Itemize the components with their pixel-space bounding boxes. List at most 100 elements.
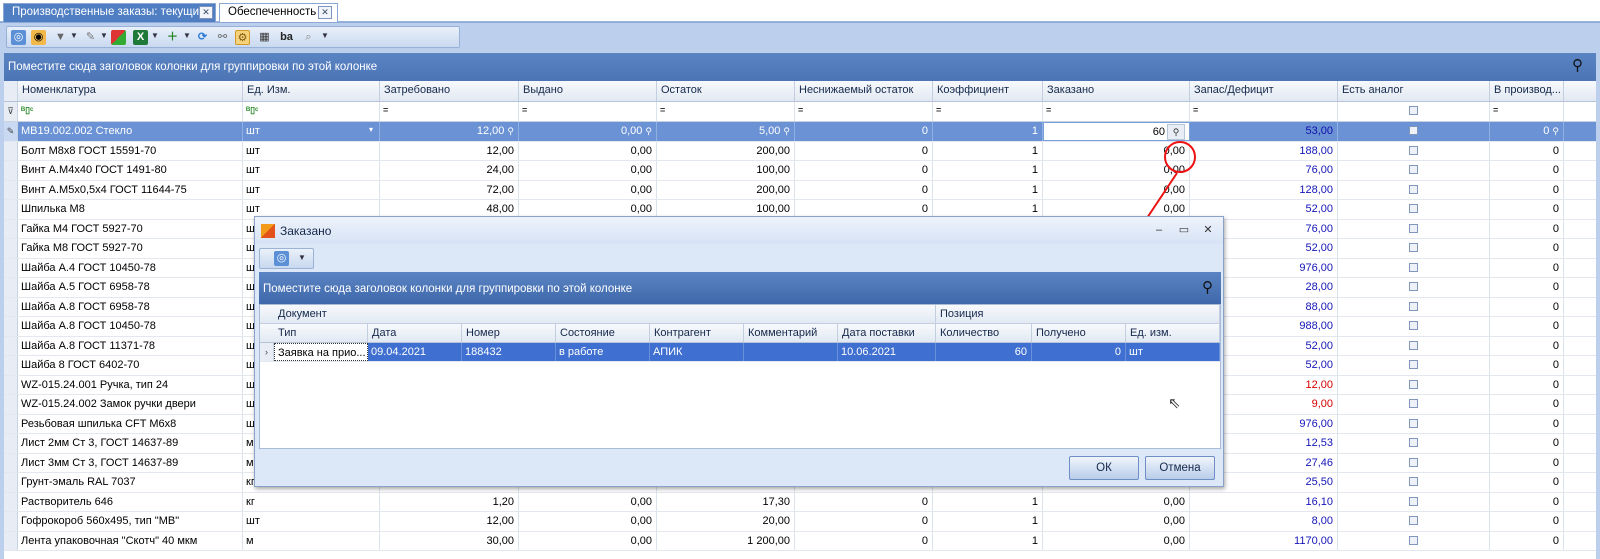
filter-cell[interactable]: ᴮ▯ᶜ	[243, 102, 380, 121]
checkbox-icon[interactable]	[1409, 262, 1418, 272]
preview-icon[interactable]: ⌕	[301, 30, 316, 45]
cell-ord[interactable]: 60 ⚲	[1043, 122, 1190, 141]
selected-row[interactable]: ✎ МВ19.002.002 Стекло шт ▾ 12,00 ⚲ 0,00 ⚲ 5,00 ⚲ 0…	[4, 122, 1596, 142]
sync-icon[interactable]: ⟳	[195, 30, 210, 45]
lookup-icon[interactable]: ⚲	[783, 126, 790, 137]
column-header[interactable]: Дата поставки	[838, 324, 936, 342]
tab-production-orders[interactable]: Производственные заказы: текущие ✕	[3, 3, 216, 22]
analog-checkbox[interactable]	[1338, 434, 1490, 453]
chevron-down-icon[interactable]: ▼	[100, 31, 108, 40]
column-header[interactable]: Запас/Дефицит	[1190, 81, 1338, 101]
column-header[interactable]: Номенклатура	[18, 81, 243, 101]
filter-row[interactable]: ⊽ ᴮ▯ᶜ ᴮ▯ᶜ = = = = = = = =	[4, 102, 1596, 122]
checkbox-icon[interactable]	[1409, 457, 1418, 467]
analog-checkbox[interactable]	[1338, 512, 1490, 531]
link-icon[interactable]: ⚯	[215, 30, 230, 45]
tab-provision[interactable]: Обеспеченность ✕	[219, 3, 338, 22]
column-header[interactable]: В производ...	[1490, 81, 1564, 101]
cancel-button[interactable]: Отмена	[1145, 456, 1215, 480]
chevron-down-icon[interactable]: ▼	[321, 31, 329, 40]
filter-cell[interactable]: ᴮ▯ᶜ	[18, 102, 243, 121]
column-header[interactable]: Заказано	[1043, 81, 1190, 101]
column-header[interactable]: Дата	[368, 324, 462, 342]
analog-checkbox[interactable]	[1338, 414, 1490, 433]
traffic-light-icon[interactable]: ▦	[257, 30, 272, 45]
analog-checkbox[interactable]	[1338, 375, 1490, 394]
maximize-icon[interactable]: ▭	[1176, 222, 1192, 238]
refresh-icon[interactable]: ◎	[274, 251, 289, 266]
checkbox-icon[interactable]	[1409, 243, 1418, 252]
checkbox-icon[interactable]	[1409, 301, 1418, 311]
checkbox-icon[interactable]	[1409, 204, 1418, 213]
checkbox-icon[interactable]	[1409, 399, 1418, 408]
column-header[interactable]: Затребовано	[380, 81, 519, 101]
analog-checkbox[interactable]	[1338, 473, 1490, 492]
analog-checkbox[interactable]	[1338, 200, 1490, 219]
column-header[interactable]: Тип	[274, 324, 368, 342]
filter-cell[interactable]: =	[657, 102, 795, 121]
checkbox-icon[interactable]	[1409, 379, 1418, 389]
table-row[interactable]: Болт М8х8 ГОСТ 15591-70 шт 12,00 0,00 200,00…	[4, 141, 1596, 161]
chevron-down-icon[interactable]: ▼	[70, 31, 78, 40]
close-icon[interactable]: ✕	[318, 6, 332, 19]
checkbox-icon[interactable]	[1409, 126, 1418, 135]
lookup-icon[interactable]: ⚲	[645, 126, 652, 137]
analog-checkbox[interactable]	[1338, 258, 1490, 277]
analog-checkbox[interactable]	[1338, 336, 1490, 355]
column-header[interactable]: Есть аналог	[1338, 81, 1490, 101]
lookup-icon[interactable]: ⚲	[507, 126, 514, 137]
chevron-down-icon[interactable]: ▼	[298, 253, 306, 262]
checkbox-icon[interactable]	[1409, 321, 1418, 330]
filter-cell[interactable]: =	[795, 102, 933, 121]
checkbox-icon[interactable]	[1409, 438, 1418, 447]
analog-checkbox[interactable]	[1338, 161, 1490, 180]
table-row[interactable]: Винт А.М5х0,5х4 ГОСТ 11644-75 шт 72,00 0,00…	[4, 180, 1596, 200]
cell-ord[interactable]: 0,00	[1043, 492, 1190, 511]
dialog-group-panel[interactable]: Поместите сюда заголовок колонки для гру…	[259, 272, 1221, 304]
checkbox-icon[interactable]	[1409, 145, 1418, 155]
table-row[interactable]: Лента упаковочная "Скотч" 40 мкм м 30,00 0,…	[4, 531, 1596, 551]
chevron-down-icon[interactable]: ▼	[183, 31, 191, 40]
column-header[interactable]: Номер	[462, 324, 556, 342]
column-header[interactable]: Коэффициент	[933, 81, 1043, 101]
table-row[interactable]: Винт А.М4х40 ГОСТ 1491-80 шт 24,00 0,00 100,…	[4, 161, 1596, 181]
chevron-down-icon[interactable]: ▼	[151, 31, 159, 40]
selected-row[interactable]: › Заявка на прио... 09.04.2021 188432 в рабо…	[260, 343, 1220, 362]
checkbox-icon[interactable]	[1409, 282, 1418, 291]
column-header[interactable]: Ед. Изм.	[243, 81, 380, 101]
analog-checkbox[interactable]	[1338, 141, 1490, 160]
close-icon[interactable]: ✕	[199, 6, 213, 19]
close-icon[interactable]: ✕	[1200, 222, 1216, 238]
analog-checkbox[interactable]	[1338, 531, 1490, 550]
column-header[interactable]: Ед. изм.	[1126, 324, 1220, 342]
analog-checkbox[interactable]	[1338, 492, 1490, 511]
column-header[interactable]: Неснижаемый остаток	[795, 81, 933, 101]
column-header[interactable]: Получено	[1032, 324, 1126, 342]
checkbox-icon[interactable]	[1409, 496, 1418, 506]
search-icon[interactable]: ⚲	[1202, 278, 1213, 296]
filter-icon[interactable]: ▼	[53, 30, 68, 45]
checkbox-icon[interactable]	[1409, 535, 1418, 545]
wrench-icon[interactable]: ✎	[83, 30, 98, 45]
text-format-icon[interactable]: ba	[279, 30, 294, 45]
analog-checkbox[interactable]	[1338, 297, 1490, 316]
filter-cell[interactable]: =	[380, 102, 519, 121]
checkbox-icon[interactable]	[1409, 106, 1418, 115]
filter-cell[interactable]: =	[1190, 102, 1338, 121]
checkbox-icon[interactable]	[1409, 165, 1418, 174]
table-row[interactable]: Растворитель 646 кг 1,20 0,00 17,30 0 1 0,00 16,…	[4, 492, 1596, 512]
refresh-icon[interactable]: ◎	[11, 30, 26, 45]
column-header[interactable]: Контрагент	[650, 324, 744, 342]
search-icon[interactable]: ⚲	[1572, 56, 1590, 74]
lookup-icon[interactable]: ⚲	[1552, 126, 1559, 137]
checkbox-icon[interactable]	[1409, 184, 1418, 194]
ok-button[interactable]: ОК	[1069, 456, 1139, 480]
analog-checkbox[interactable]	[1338, 453, 1490, 472]
analog-checkbox[interactable]	[1338, 239, 1490, 258]
cell-ord[interactable]: 0,00	[1043, 512, 1190, 531]
filter-cell[interactable]: =	[1043, 102, 1190, 121]
analog-checkbox[interactable]	[1338, 395, 1490, 414]
minimize-icon[interactable]: –	[1151, 222, 1167, 238]
checkbox-icon[interactable]	[1409, 223, 1418, 233]
analog-checkbox[interactable]	[1338, 356, 1490, 375]
